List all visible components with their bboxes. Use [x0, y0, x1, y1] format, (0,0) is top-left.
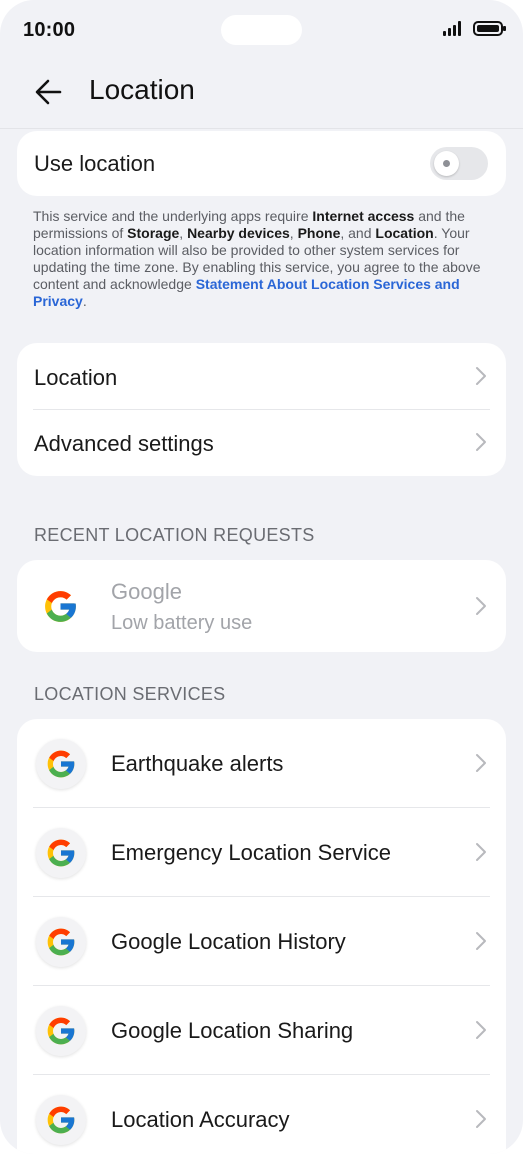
google-app-icon	[36, 828, 86, 878]
service-emergency-location[interactable]: Emergency Location Service	[17, 808, 506, 896]
service-location-sharing[interactable]: Google Location Sharing	[17, 986, 506, 1074]
location-services-header: LOCATION SERVICES	[34, 684, 226, 704]
service-label: Emergency Location Service	[111, 840, 392, 865]
desc-text: ,	[289, 225, 298, 241]
toggle-knob	[434, 151, 459, 176]
google-app-icon	[36, 1006, 86, 1056]
chevron-right-icon	[476, 367, 486, 385]
camera-notch	[221, 15, 302, 45]
service-label: Earthquake alerts	[111, 751, 284, 776]
service-label: Google Location History	[111, 929, 346, 954]
desc-text: This service and the underlying apps req…	[33, 208, 313, 224]
google-logo-icon	[47, 928, 75, 956]
recent-requests-header: RECENT LOCATION REQUESTS	[34, 525, 315, 545]
desc-nearby-devices: Nearby devices	[187, 225, 290, 241]
desc-storage: Storage	[127, 225, 180, 241]
back-button[interactable]	[30, 74, 70, 110]
recent-request-google[interactable]: Google Low battery use	[17, 560, 506, 652]
desc-location: Location	[375, 225, 434, 241]
chevron-right-icon	[476, 754, 486, 772]
use-location-toggle[interactable]	[430, 147, 488, 180]
google-logo-icon	[47, 1106, 75, 1134]
location-row[interactable]: Location	[17, 343, 506, 409]
google-app-icon	[36, 739, 86, 789]
signal-icon	[443, 21, 461, 36]
desc-phone: Phone	[297, 225, 341, 241]
service-location-accuracy[interactable]: Location Accuracy	[17, 1075, 506, 1154]
permission-description: This service and the underlying apps req…	[33, 208, 493, 310]
service-location-history[interactable]: Google Location History	[17, 897, 506, 985]
status-time: 10:00	[23, 19, 76, 41]
desc-text: ,	[179, 225, 188, 241]
service-label: Location Accuracy	[111, 1107, 290, 1132]
service-earthquake-alerts[interactable]: Earthquake alerts	[17, 719, 506, 807]
google-logo-icon	[45, 591, 76, 622]
recent-app-name: Google	[111, 579, 182, 604]
chevron-right-icon	[476, 932, 486, 950]
location-services-card: Earthquake alerts Emergency Location Ser…	[17, 719, 506, 1154]
desc-text: , and	[340, 225, 376, 241]
header-divider	[0, 128, 523, 129]
use-location-card[interactable]: Use location	[17, 131, 506, 196]
advanced-settings-row[interactable]: Advanced settings	[17, 410, 506, 476]
chevron-right-icon	[476, 843, 486, 861]
desc-internet-access: Internet access	[312, 208, 415, 224]
phone-screen: 10:00 Location Use location This service…	[0, 0, 523, 1154]
advanced-settings-label: Advanced settings	[34, 431, 214, 456]
chevron-right-icon	[476, 433, 486, 451]
google-app-icon	[36, 917, 86, 967]
google-logo-icon	[47, 839, 75, 867]
chevron-right-icon	[476, 1021, 486, 1039]
service-label: Google Location Sharing	[111, 1018, 354, 1043]
page-title: Location	[89, 74, 195, 105]
recent-app-subtitle: Low battery use	[111, 612, 253, 634]
chevron-right-icon	[476, 597, 486, 615]
app-header: Location	[0, 60, 523, 126]
location-row-label: Location	[34, 365, 118, 390]
desc-text: .	[82, 293, 87, 309]
status-icons	[443, 20, 506, 36]
settings-card: Location Advanced settings	[17, 343, 506, 476]
use-location-label: Use location	[34, 151, 156, 176]
chevron-right-icon	[476, 1110, 486, 1128]
google-logo-icon	[47, 750, 75, 778]
google-logo-icon	[47, 1017, 75, 1045]
battery-icon	[473, 20, 506, 36]
google-app-icon	[36, 1095, 86, 1145]
back-arrow-icon	[35, 79, 62, 105]
status-bar: 10:00	[0, 0, 523, 60]
